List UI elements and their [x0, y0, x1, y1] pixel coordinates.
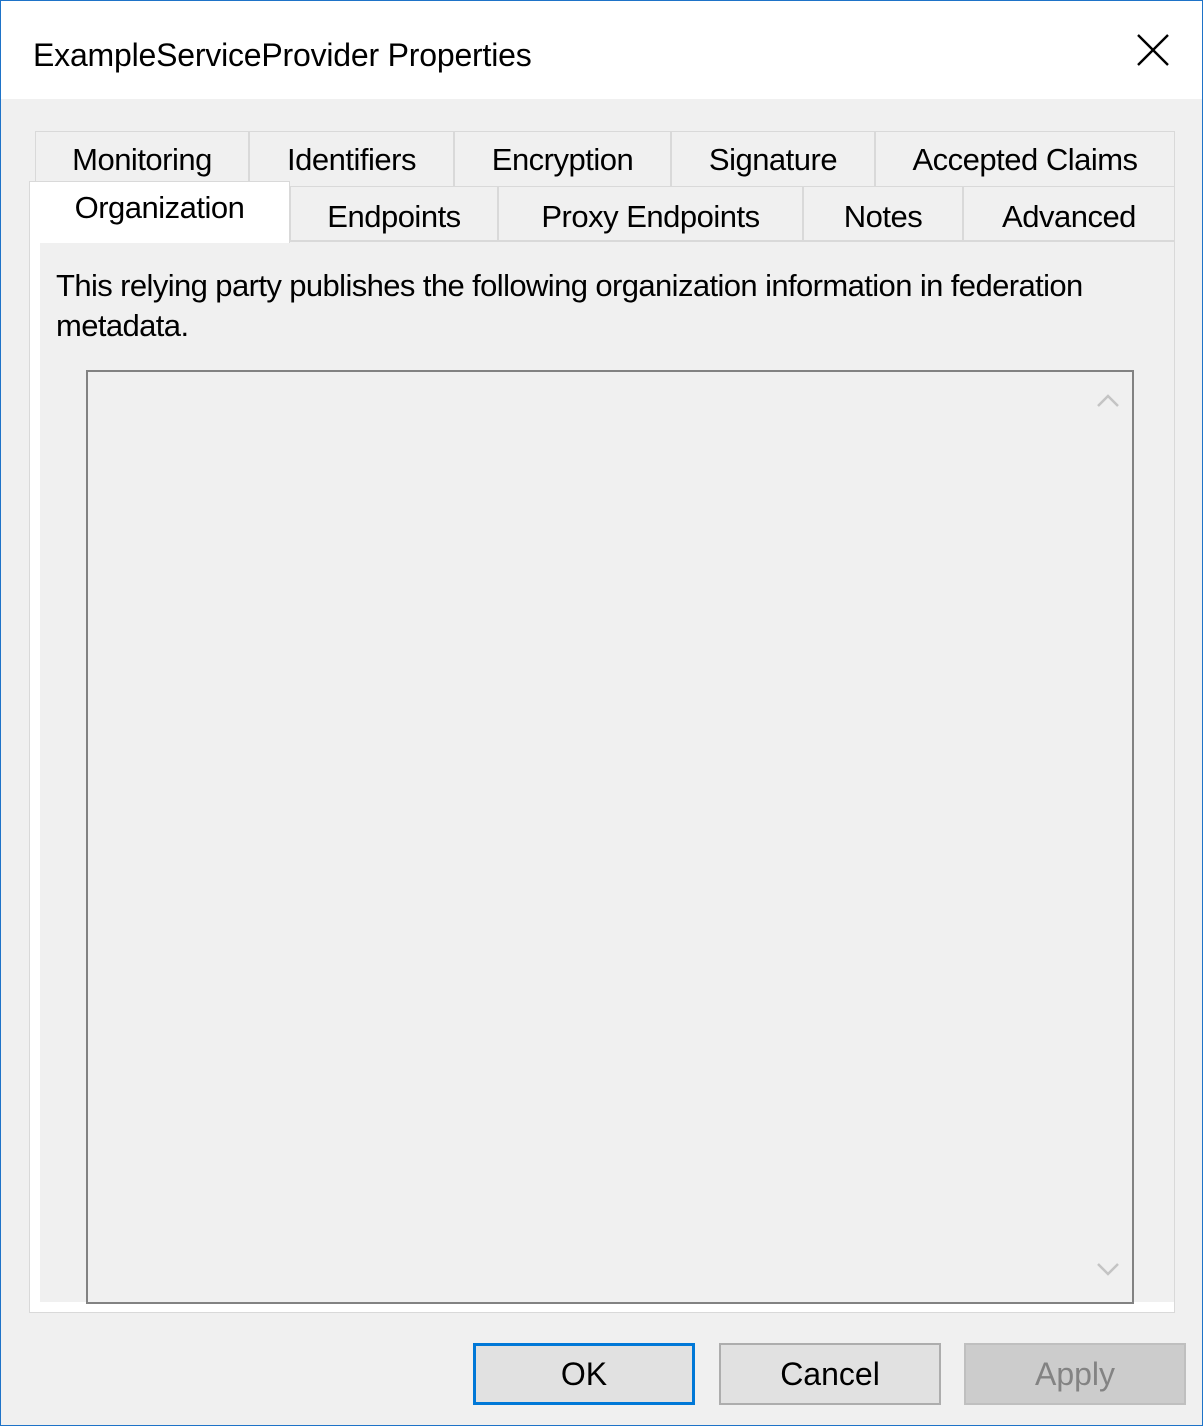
- tab-monitoring[interactable]: Monitoring: [35, 131, 249, 186]
- panel-content: This relying party publishes the followi…: [40, 242, 1174, 1304]
- tab-label: Notes: [843, 199, 923, 234]
- tab-label: Advanced: [1002, 199, 1136, 234]
- organization-info-list[interactable]: [86, 370, 1134, 1304]
- tab-encryption[interactable]: Encryption: [454, 131, 671, 186]
- tab-endpoints[interactable]: Endpoints: [290, 186, 498, 241]
- tab-organization[interactable]: Organization: [29, 181, 290, 243]
- tab-advanced[interactable]: Advanced: [963, 186, 1175, 241]
- tab-label: Encryption: [491, 142, 634, 177]
- tab-label: Signature: [708, 142, 838, 177]
- scroll-up-button[interactable]: [1086, 380, 1130, 424]
- tab-panel-organization: This relying party publishes the followi…: [29, 241, 1175, 1313]
- scroll-down-button[interactable]: [1086, 1250, 1130, 1294]
- tab-accepted-claims[interactable]: Accepted Claims: [875, 131, 1175, 186]
- window-title: ExampleServiceProvider Properties: [33, 37, 532, 73]
- tab-label: Monitoring: [72, 142, 212, 177]
- tab-notes[interactable]: Notes: [803, 186, 963, 241]
- apply-button[interactable]: Apply: [964, 1343, 1186, 1405]
- organization-description: This relying party publishes the followi…: [56, 268, 1083, 343]
- chevron-up-icon: [1097, 394, 1119, 407]
- tab-proxy-endpoints[interactable]: Proxy Endpoints: [498, 186, 803, 241]
- close-button[interactable]: [1114, 11, 1194, 91]
- tab-identifiers[interactable]: Identifiers: [249, 131, 454, 186]
- cancel-button[interactable]: Cancel: [719, 1343, 941, 1405]
- tab-label: Endpoints: [327, 199, 461, 234]
- title-bar: ExampleServiceProvider Properties: [1, 1, 1202, 99]
- tab-label: Organization: [74, 190, 245, 225]
- ok-button[interactable]: OK: [473, 1343, 695, 1405]
- tab-label: Proxy Endpoints: [541, 199, 760, 234]
- tab-signature[interactable]: Signature: [671, 131, 875, 186]
- vertical-scrollbar[interactable]: [1086, 374, 1130, 1300]
- properties-dialog: ExampleServiceProvider Properties Monito…: [0, 0, 1203, 1426]
- chevron-down-icon: [1097, 1263, 1119, 1276]
- close-icon: [1137, 34, 1169, 66]
- tab-label: Accepted Claims: [912, 142, 1138, 177]
- tab-label: Identifiers: [287, 142, 416, 177]
